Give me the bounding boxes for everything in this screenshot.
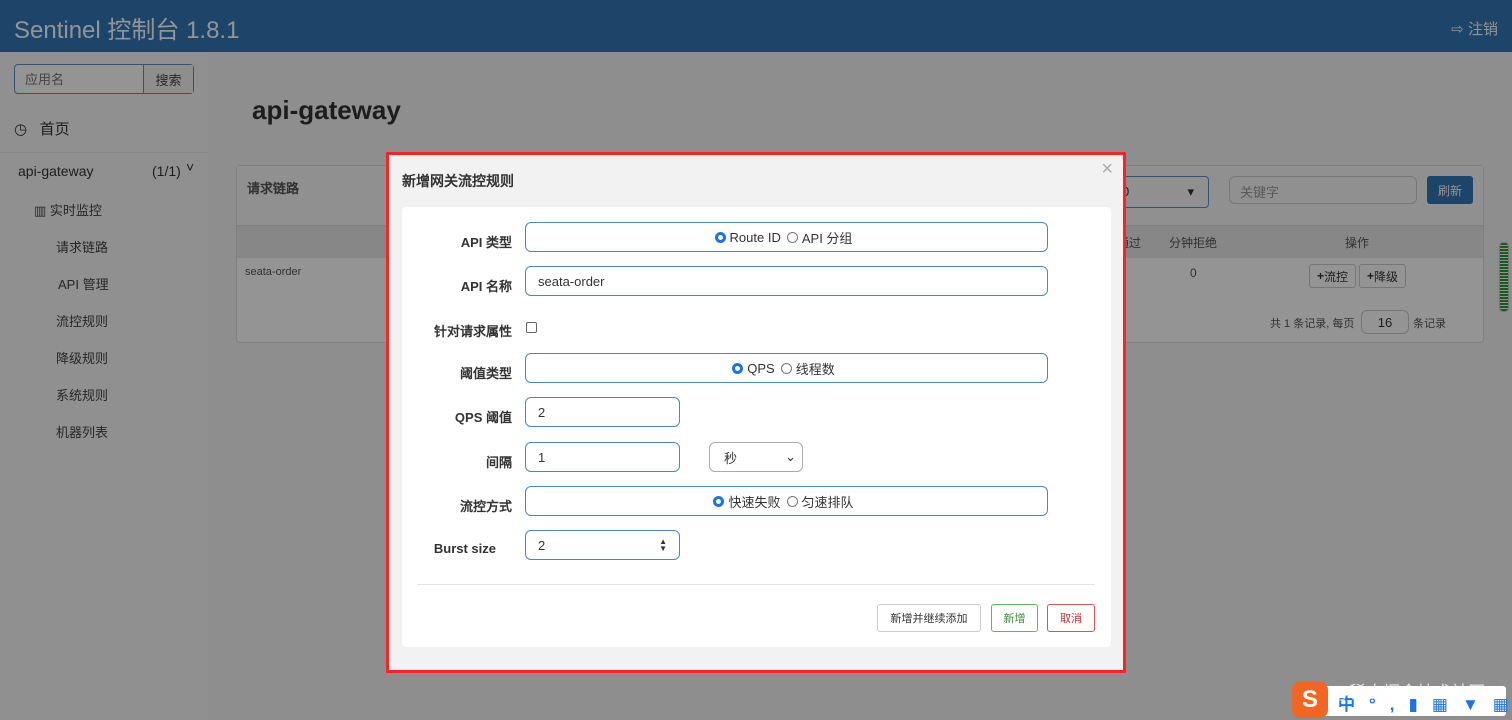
close-icon[interactable]: × xyxy=(1101,158,1113,181)
request-attr-checkbox[interactable] xyxy=(526,322,537,333)
chevron-down-icon: ⌄ xyxy=(785,449,796,464)
sogou-logo-icon: S xyxy=(1292,682,1328,718)
radio-threads[interactable]: 线程数 xyxy=(780,359,835,378)
radio-rate-limiter[interactable]: 匀速排队 xyxy=(786,492,854,511)
dialog-body: API 类型 Route ID API 分组 API 名称 seata-orde… xyxy=(402,207,1111,647)
cancel-button[interactable]: 取消 xyxy=(1047,604,1095,632)
api-type-radio-group: Route ID API 分组 xyxy=(525,222,1048,252)
gateway-flow-rule-dialog: 新增网关流控规则 × API 类型 Route ID API 分组 API 名称… xyxy=(386,152,1126,673)
radio-fail-fast[interactable]: 快速失败 xyxy=(713,492,781,511)
dialog-title: 新增网关流控规则 xyxy=(402,173,514,189)
qps-threshold-input[interactable]: 2 xyxy=(525,397,680,427)
interval-input[interactable]: 1 xyxy=(525,442,680,472)
control-behavior-radio-group: 快速失败 匀速排队 xyxy=(525,486,1048,516)
interval-unit-select[interactable]: 秒 ⌄ xyxy=(709,442,803,472)
divider xyxy=(417,584,1095,585)
radio-qps[interactable]: QPS xyxy=(732,361,775,376)
radio-api-group[interactable]: API 分组 xyxy=(786,228,852,247)
add-and-continue-button[interactable]: 新增并继续添加 xyxy=(877,604,981,632)
threshold-type-radio-group: QPS 线程数 xyxy=(525,353,1048,383)
api-name-input[interactable]: seata-order xyxy=(525,266,1048,296)
add-button[interactable]: 新增 xyxy=(991,604,1038,632)
radio-route-id[interactable]: Route ID xyxy=(714,230,781,245)
watermark: @稀土掘金技术社区 xyxy=(1332,683,1486,702)
burst-size-input[interactable]: 2 ▲ ▼ xyxy=(525,530,680,560)
spinner-icon[interactable]: ▲ ▼ xyxy=(659,538,667,553)
